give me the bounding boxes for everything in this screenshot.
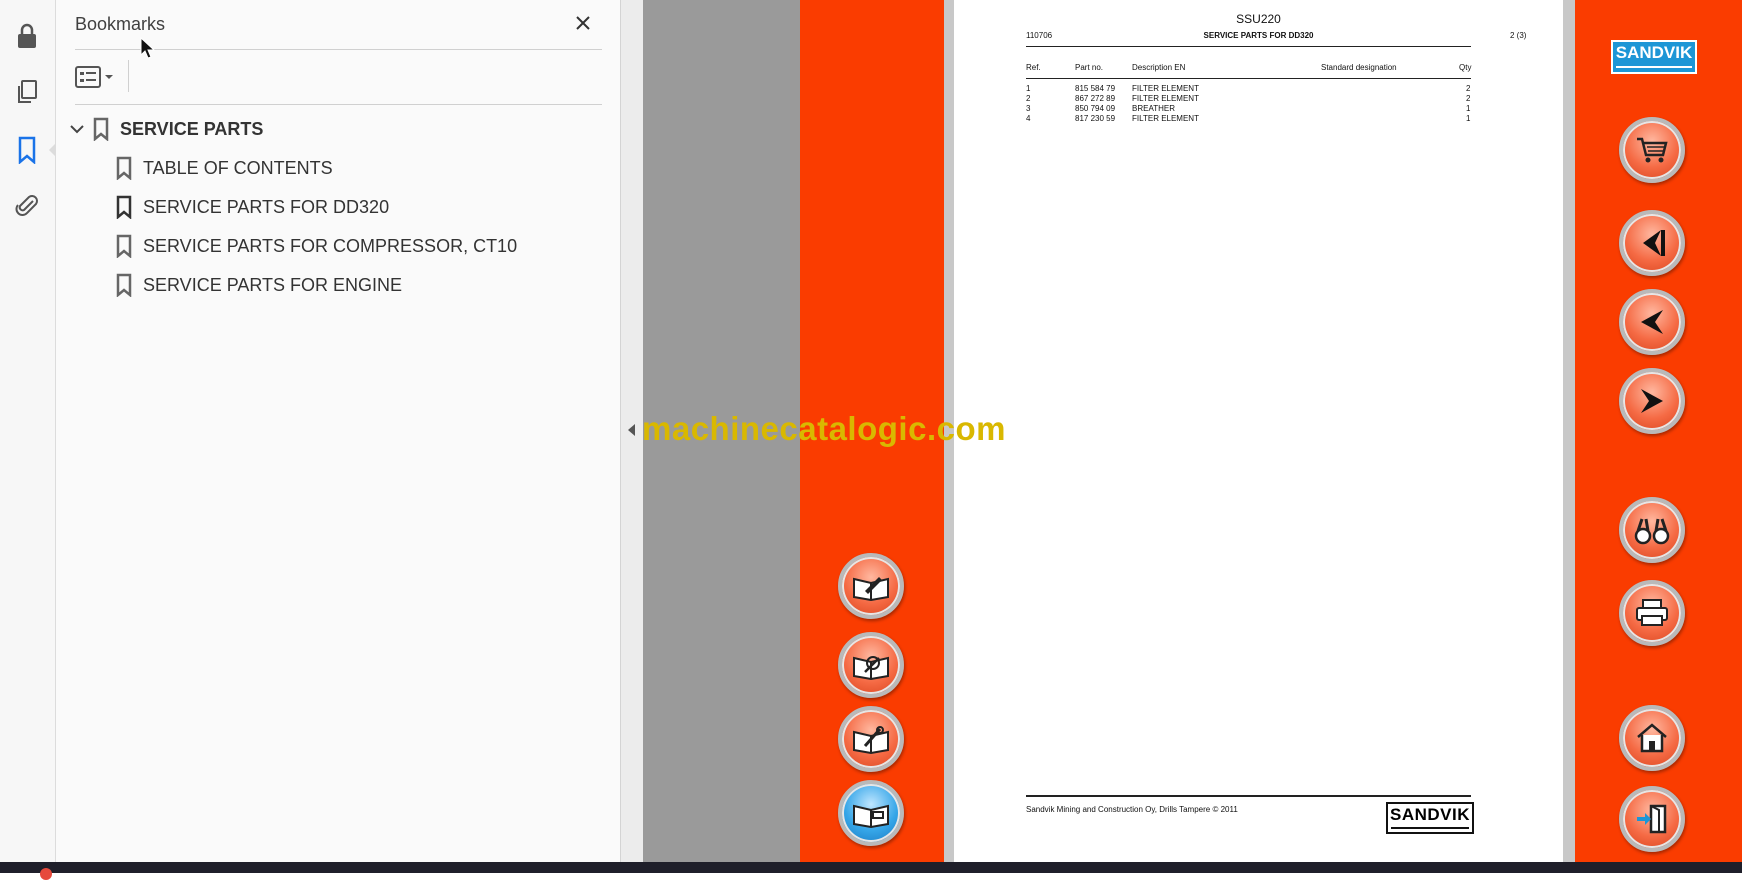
bookmark-label: SERVICE PARTS FOR COMPRESSOR, CT10: [143, 235, 518, 256]
cell-ref: 1: [1026, 84, 1031, 93]
bookmark-label: TABLE OF CONTENTS: [143, 157, 333, 178]
list-options-icon: [75, 66, 101, 88]
document-title: SSU220: [1236, 12, 1281, 26]
info-book-icon: [853, 804, 889, 828]
bookmark-item[interactable]: SERVICE PARTS FOR DD320: [115, 195, 389, 219]
right-nav-panel: [1575, 0, 1742, 862]
cell-desc: FILTER ELEMENT: [1132, 114, 1199, 123]
print-button[interactable]: [1619, 580, 1685, 646]
tools-book-icon: [853, 726, 889, 754]
exit-button[interactable]: [1619, 786, 1685, 852]
divider: [75, 104, 602, 105]
info-book-button[interactable]: [838, 780, 904, 846]
page-number: 2 (3): [1510, 31, 1527, 40]
bookmark-item[interactable]: SERVICE PARTS FOR ENGINE: [115, 273, 402, 297]
close-icon[interactable]: [570, 10, 596, 36]
pane-splitter[interactable]: [620, 0, 643, 862]
cell-desc: FILTER ELEMENT: [1132, 94, 1199, 103]
cell-ref: 2: [1026, 94, 1031, 103]
bookmark-item[interactable]: SERVICE PARTS FOR COMPRESSOR, CT10: [115, 234, 517, 258]
bookmark-item[interactable]: TABLE OF CONTENTS: [115, 156, 333, 180]
bookmark-options-button[interactable]: [75, 64, 123, 90]
cell-qty: 2: [1466, 94, 1471, 103]
service-book-button[interactable]: [838, 632, 904, 698]
first-page-icon: [1643, 230, 1665, 256]
cart-button[interactable]: [1619, 117, 1685, 183]
chevron-down-icon: [105, 75, 113, 79]
column-header: Standard designation: [1321, 63, 1397, 72]
pane-title: Bookmarks: [75, 14, 166, 34]
column-header: Ref.: [1026, 63, 1041, 72]
pages-icon[interactable]: [8, 73, 46, 111]
bookmarks-pane: Bookmarks SERVICE PARTS TABLE OF CONTENT…: [56, 0, 620, 862]
bookmark-root[interactable]: SERVICE PARTS: [68, 117, 263, 141]
mouse-cursor-icon: [140, 37, 156, 59]
column-header: Part no.: [1075, 63, 1104, 72]
cell-desc: FILTER ELEMENT: [1132, 84, 1199, 93]
footer-copyright: Sandvik Mining and Construction Oy, Dril…: [1026, 805, 1238, 814]
cell-qty: 1: [1466, 104, 1471, 113]
collapse-arrow-icon[interactable]: [628, 424, 635, 436]
doc-heading: SERVICE PARTS FOR DD320: [1203, 31, 1314, 40]
exit-icon: [1637, 804, 1667, 834]
cell-desc: BREATHER: [1132, 104, 1175, 113]
cell-ref: 4: [1026, 114, 1031, 123]
edit-parts-button[interactable]: [838, 553, 904, 619]
cell-ref: 3: [1026, 104, 1031, 113]
lock-icon[interactable]: [8, 17, 46, 55]
search-button[interactable]: [1619, 497, 1685, 563]
bookmark-label: SERVICE PARTS FOR DD320: [143, 196, 390, 217]
attachment-icon[interactable]: [8, 187, 46, 225]
edit-parts-icon: [853, 577, 889, 601]
search-binoculars-icon: [1634, 518, 1670, 545]
bookmark-icon[interactable]: [8, 131, 56, 169]
divider: [128, 60, 129, 92]
printer-icon: [1636, 599, 1668, 626]
cell-part: 815 584 79: [1075, 84, 1116, 93]
next-icon: [1641, 389, 1663, 413]
tool-rail: [0, 0, 56, 862]
bookmark-label: SERVICE PARTS: [120, 118, 264, 139]
rule: [1026, 795, 1471, 797]
bookmark-label: SERVICE PARTS FOR ENGINE: [143, 274, 403, 295]
cart-icon: [1637, 137, 1668, 163]
bookmark-icon: [116, 273, 132, 297]
column-header: Qty: [1459, 63, 1472, 72]
cell-qty: 2: [1466, 84, 1471, 93]
chevron-down-icon[interactable]: [68, 120, 86, 138]
watermark-text: machinecatalogic.com: [642, 410, 1006, 447]
previous-page-button[interactable]: [1619, 289, 1685, 355]
cell-part: 867 272 89: [1075, 94, 1116, 103]
column-header: Description EN: [1132, 63, 1186, 72]
cell-part: 850 794 09: [1075, 104, 1116, 113]
home-button[interactable]: [1619, 705, 1685, 771]
bookmark-icon: [116, 234, 132, 258]
home-icon: [1637, 723, 1667, 753]
next-page-button[interactable]: [1619, 368, 1685, 434]
cell-qty: 1: [1466, 114, 1471, 123]
first-page-button[interactable]: [1619, 210, 1685, 276]
previous-icon: [1641, 310, 1663, 334]
cell-part: 817 230 59: [1075, 114, 1116, 123]
sandvik-brand-logo: SANDVIK: [1611, 40, 1697, 74]
rule: [1026, 46, 1471, 47]
pdf-page: SSU220 110706 SERVICE PARTS FOR DD320 2 …: [954, 0, 1563, 862]
bookmark-icon: [116, 156, 132, 180]
tools-book-button[interactable]: [838, 706, 904, 772]
rule: [1026, 78, 1471, 79]
bookmark-icon: [93, 117, 109, 141]
taskbar: [0, 862, 1742, 880]
taskbar-app-icon[interactable]: [40, 868, 52, 880]
sandvik-logo: SANDVIK: [1386, 802, 1474, 834]
bookmark-icon: [116, 195, 132, 219]
service-book-icon: [853, 656, 889, 680]
